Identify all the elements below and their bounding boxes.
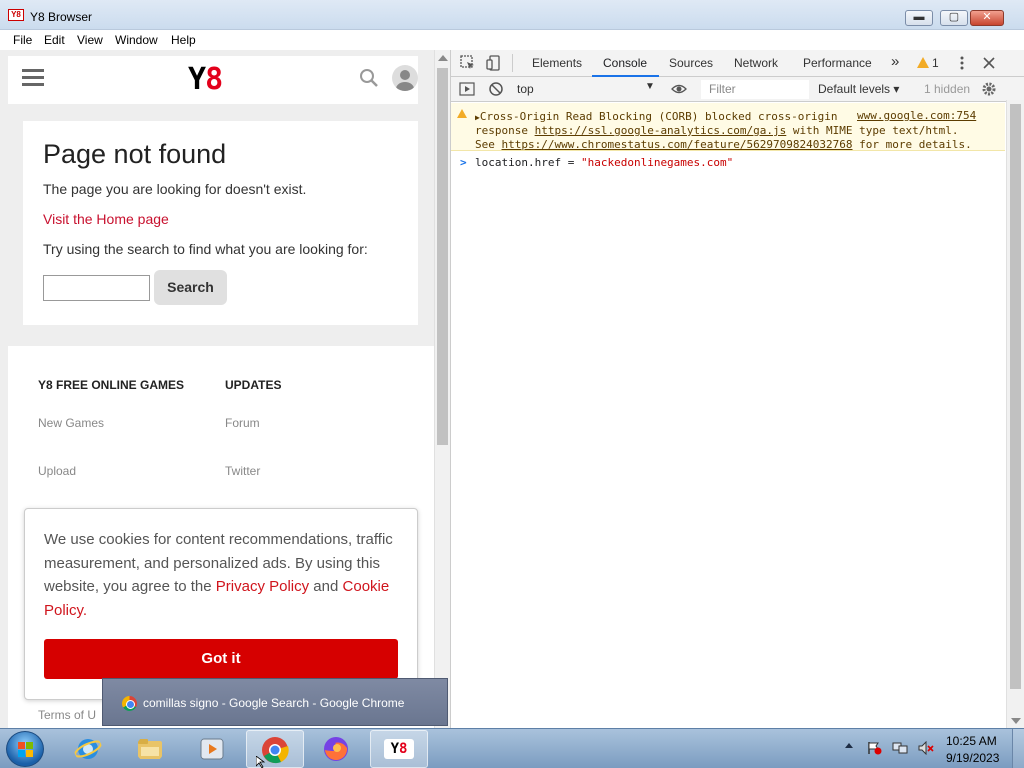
taskbar: Y8 10:25 AM 9/19/2023 bbox=[0, 728, 1024, 768]
close-devtools-icon[interactable] bbox=[981, 55, 997, 71]
warning-count[interactable]: 1 bbox=[932, 56, 939, 70]
more-tabs-icon[interactable]: » bbox=[891, 53, 899, 70]
devtools-panel: Elements Console Sources Network Perform… bbox=[450, 50, 1024, 728]
tab-elements[interactable]: Elements bbox=[532, 56, 582, 70]
page-title: Page not found bbox=[43, 139, 227, 169]
folder-icon bbox=[138, 739, 162, 759]
network-icon[interactable] bbox=[892, 741, 908, 755]
sidebar-toggle-icon[interactable] bbox=[459, 81, 475, 97]
taskbar-explorer[interactable] bbox=[122, 730, 180, 768]
not-found-description: The page you are looking for doesn't exi… bbox=[43, 181, 307, 197]
footer-updates-title: UPDATES bbox=[225, 378, 282, 392]
not-found-card: Page not found The page you are looking … bbox=[23, 121, 418, 325]
tab-sources[interactable]: Sources bbox=[669, 56, 713, 70]
console-settings-gear-icon[interactable] bbox=[981, 81, 997, 97]
web-page: Y8 Page not found The page you are looki… bbox=[0, 50, 434, 728]
window-title: Y8 Browser bbox=[30, 10, 93, 24]
hamburger-menu-icon[interactable] bbox=[22, 69, 44, 87]
y8-app-icon: Y8 bbox=[8, 9, 24, 21]
search-hint: Try using the search to find what you ar… bbox=[43, 241, 368, 257]
window-titlebar: Y8 Y8 Browser ▬ ▢ ✕ bbox=[0, 0, 1024, 30]
cookie-banner: We use cookies for content recommendatio… bbox=[24, 508, 418, 700]
device-toolbar-icon[interactable] bbox=[486, 55, 502, 71]
taskbar-y8-browser[interactable]: Y8 bbox=[370, 730, 428, 768]
home-page-link[interactable]: Visit the Home page bbox=[43, 211, 169, 227]
internet-explorer-icon bbox=[74, 739, 102, 759]
user-avatar-icon[interactable] bbox=[392, 65, 418, 91]
context-dropdown-icon[interactable]: ▼ bbox=[645, 81, 655, 92]
minimize-button[interactable]: ▬ bbox=[905, 10, 933, 26]
tab-console[interactable]: Console bbox=[603, 56, 647, 70]
tab-performance[interactable]: Performance bbox=[803, 56, 872, 70]
mouse-cursor-icon bbox=[256, 756, 266, 768]
clock-time[interactable]: 10:25 AM bbox=[946, 734, 997, 748]
console-input-line[interactable]: > location.href = "hackedonlinegames.com… bbox=[451, 154, 1005, 172]
volume-muted-icon[interactable] bbox=[918, 741, 934, 755]
footer-link-forum[interactable]: Forum bbox=[225, 416, 260, 430]
firefox-icon bbox=[324, 737, 348, 761]
tooltip-text: comillas signo - Google Search - Google … bbox=[143, 696, 405, 710]
warning-icon[interactable] bbox=[917, 57, 929, 68]
console-warning-message: ▶Cross-Origin Read Blocking (CORB) block… bbox=[451, 103, 1005, 151]
inspect-element-icon[interactable] bbox=[460, 55, 476, 71]
footer-link-new-games[interactable]: New Games bbox=[38, 416, 104, 430]
menu-file[interactable]: File bbox=[13, 33, 32, 47]
y8-taskbar-icon: Y8 bbox=[384, 739, 414, 759]
media-player-icon bbox=[200, 738, 224, 760]
privacy-policy-link[interactable]: Privacy Policy bbox=[216, 578, 309, 595]
kebab-menu-icon[interactable] bbox=[954, 55, 970, 71]
clear-console-icon[interactable] bbox=[488, 81, 504, 97]
show-desktop-button[interactable] bbox=[1012, 729, 1024, 768]
menu-bar: File Edit View Window Help bbox=[0, 30, 1024, 50]
console-scroll-thumb[interactable] bbox=[1010, 104, 1021, 689]
log-levels-dropdown[interactable]: Default levels ▾ bbox=[818, 82, 899, 96]
warning-triangle-icon bbox=[457, 109, 467, 118]
devtools-tabbar: Elements Console Sources Network Perform… bbox=[451, 50, 1024, 77]
taskbar-firefox[interactable] bbox=[308, 730, 366, 768]
action-center-flag-icon[interactable] bbox=[866, 741, 882, 755]
start-button-icon[interactable] bbox=[6, 731, 44, 767]
console-prompt-icon: > bbox=[460, 156, 467, 169]
menu-window[interactable]: Window bbox=[115, 33, 158, 47]
taskbar-tooltip[interactable]: comillas signo - Google Search - Google … bbox=[102, 678, 448, 726]
tab-separator bbox=[512, 54, 513, 72]
menu-help[interactable]: Help bbox=[171, 33, 196, 47]
hidden-count: 1 hidden bbox=[924, 82, 971, 96]
tab-network[interactable]: Network bbox=[734, 56, 778, 70]
show-hidden-icons-icon[interactable] bbox=[845, 743, 853, 748]
context-selector[interactable]: top bbox=[517, 82, 657, 96]
console-scroll-down-icon[interactable] bbox=[1011, 718, 1021, 724]
console-toolbar: top ▼ Filter Default levels ▾ 1 hidden bbox=[451, 77, 1024, 102]
maximize-button[interactable]: ▢ bbox=[940, 10, 968, 26]
menu-view[interactable]: View bbox=[77, 33, 103, 47]
cookie-text: We use cookies for content recommendatio… bbox=[44, 531, 393, 619]
taskbar-chrome[interactable] bbox=[246, 730, 304, 768]
console-filter-input[interactable]: Filter bbox=[701, 80, 809, 99]
chromestatus-link[interactable]: https://www.chromestatus.com/feature/562… bbox=[502, 138, 853, 151]
taskbar-media-player[interactable] bbox=[184, 730, 242, 768]
page-scrollbar[interactable] bbox=[434, 50, 450, 728]
footer-link-terms[interactable]: Terms of U bbox=[38, 708, 96, 722]
close-button[interactable]: ✕ bbox=[970, 10, 1004, 26]
search-input[interactable] bbox=[43, 275, 150, 301]
scroll-thumb[interactable] bbox=[437, 68, 448, 445]
footer-link-upload[interactable]: Upload bbox=[38, 464, 76, 478]
warning-source-link[interactable]: www.google.com:754 bbox=[857, 109, 976, 122]
footer-link-twitter[interactable]: Twitter bbox=[225, 464, 260, 478]
menu-edit[interactable]: Edit bbox=[44, 33, 65, 47]
clock-date[interactable]: 9/19/2023 bbox=[946, 751, 999, 765]
search-button[interactable]: Search bbox=[154, 270, 227, 305]
got-it-button[interactable]: Got it bbox=[44, 639, 398, 679]
console-input-text[interactable]: location.href = "hackedonlinegames.com" bbox=[475, 156, 733, 169]
taskbar-ie[interactable] bbox=[60, 730, 118, 768]
live-expression-eye-icon[interactable] bbox=[671, 81, 687, 97]
chrome-icon bbox=[122, 696, 137, 711]
console-scrollbar[interactable] bbox=[1006, 100, 1024, 728]
footer-games-title: Y8 FREE ONLINE GAMES bbox=[38, 378, 185, 392]
scroll-up-icon[interactable] bbox=[438, 55, 448, 61]
site-header: Y8 bbox=[8, 56, 418, 104]
search-icon[interactable] bbox=[359, 68, 379, 88]
ga-js-link[interactable]: https://ssl.google-analytics.com/ga.js bbox=[535, 124, 787, 137]
y8-logo[interactable]: Y8 bbox=[188, 62, 223, 97]
